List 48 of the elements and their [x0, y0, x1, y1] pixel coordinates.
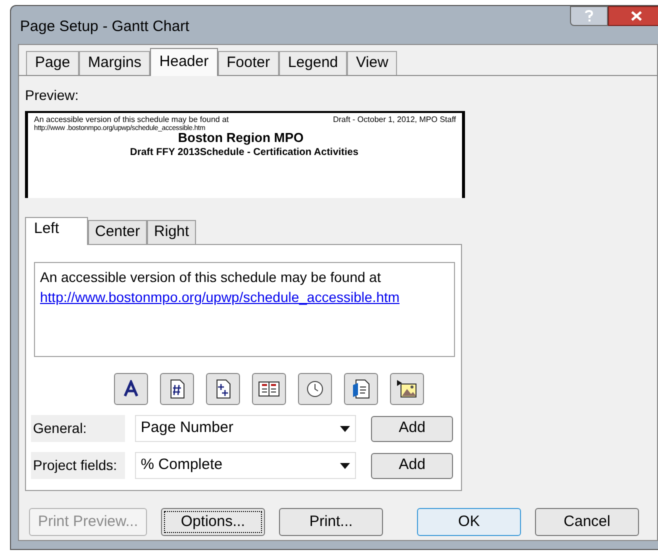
dropdown-arrow-icon: [340, 426, 350, 432]
tab[interactable]: View: [347, 51, 398, 75]
field-label: Project fields:: [31, 452, 125, 479]
format-button[interactable]: [114, 373, 148, 405]
dialog-button[interactable]: Cancel: [535, 508, 639, 536]
preview-label: Preview:: [25, 86, 80, 105]
editor-link[interactable]: http://www.bostonmpo.org/upwp/schedule_accessible.htm: [40, 287, 449, 307]
help-button[interactable]: [570, 6, 608, 26]
add-button[interactable]: Add: [371, 416, 454, 442]
header-text-editor[interactable]: An accessible version of this schedule may be found at http://www.bostonmpo.org/upwp/schedule_accessible.htm: [34, 262, 455, 357]
format-button[interactable]: [206, 373, 240, 405]
format-button[interactable]: [298, 373, 332, 405]
field-label: General:: [31, 415, 125, 442]
tab[interactable]: Right: [147, 220, 196, 244]
format-button[interactable]: [390, 373, 424, 405]
add-button[interactable]: Add: [371, 452, 454, 478]
preview-left-text: An accessible version of this schedule may be found at: [34, 115, 229, 124]
dialog-button[interactable]: OK: [417, 508, 521, 536]
page-plus-icon: [214, 379, 232, 399]
document-icon: [351, 379, 371, 399]
editor-text: An accessible version of this schedule may be found at: [40, 268, 382, 287]
tab[interactable]: Left: [25, 217, 88, 245]
dropdown[interactable]: Page Number: [134, 415, 356, 442]
window-title: Page Setup - Gantt Chart: [20, 17, 190, 37]
tab[interactable]: Legend: [278, 51, 348, 75]
tab[interactable]: Footer: [218, 51, 279, 75]
tab[interactable]: Margins: [79, 51, 150, 75]
format-button[interactable]: [160, 373, 194, 405]
calendar-book-icon: [258, 380, 280, 398]
format-button[interactable]: [252, 373, 286, 405]
page-hash-icon: [168, 379, 186, 399]
tab[interactable]: Header: [150, 48, 218, 76]
preview-right-text: Draft - October 1, 2012, MPO Staff: [332, 115, 456, 125]
dialog-button[interactable]: Print...: [279, 508, 383, 536]
dropdown-arrow-icon: [340, 462, 350, 468]
help-icon: [585, 10, 593, 22]
format-button[interactable]: [344, 373, 378, 405]
dropdown[interactable]: % Complete: [134, 452, 356, 479]
dialog-button[interactable]: Options...: [161, 508, 265, 536]
letter-a-icon: [122, 380, 140, 398]
tab[interactable]: Page: [26, 51, 80, 75]
close-button[interactable]: [608, 6, 658, 26]
tab[interactable]: Center: [88, 220, 148, 244]
close-icon: [630, 11, 642, 21]
preview-subtitle: Draft FFY 2013Schedule - Certification Activities: [130, 147, 358, 159]
clock-icon: [306, 380, 324, 398]
image-icon: [396, 379, 418, 399]
preview-title: Boston Region MPO: [178, 131, 304, 145]
